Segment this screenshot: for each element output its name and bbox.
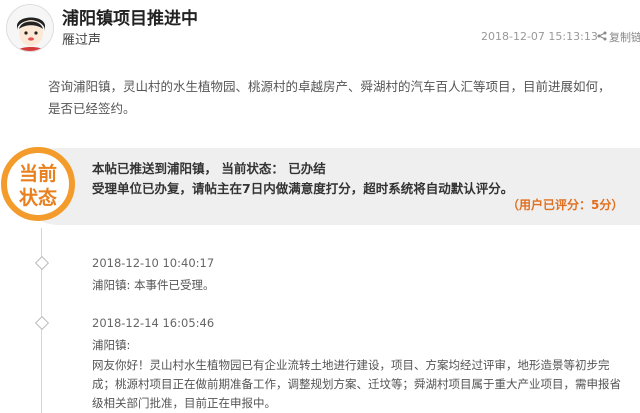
status-badge: 当前 状态 [0, 138, 76, 231]
copy-link-button[interactable]: 复制链 [597, 29, 640, 45]
timeline-date: 2018-12-14 16:05:46 [92, 316, 215, 330]
timeline-reply-body: 网友你好！灵山村水生植物园已有企业流转土地进行建设，项目、方案均经过评审，地形造… [92, 358, 621, 410]
user-rating: （用户已评分：5分） [507, 198, 624, 212]
post-header: 浦阳镇项目推进中 雁过声 2018-12-07 15:13:13 复制链 [0, 0, 640, 62]
question-text: 咨询浦阳镇，灵山村的水生植物园、桃源村的卓越房产、舜湖村的汽车百人汇等项目，目前… [48, 79, 611, 116]
timeline-marker [34, 315, 50, 331]
timeline-label: 浦阳镇: [92, 338, 131, 352]
status-badge-line1: 当前 [19, 162, 57, 185]
timeline-text: 浦阳镇: 本事件已受理。 [92, 278, 215, 292]
author-name[interactable]: 雁过声 [62, 29, 101, 48]
copy-link-label: 复制链 [609, 31, 640, 44]
status-summary: 本帖已推送到浦阳镇， 当前状态： 已办结 [92, 161, 326, 176]
timeline-date: 2018-12-10 10:40:17 [92, 256, 215, 270]
status-badge-line2: 状态 [19, 186, 57, 209]
status-instruction: 受理单位已办复，请帖主在7日内做满意度打分，超时系统将自动默认评分。 [92, 181, 514, 196]
post-timestamp: 2018-12-07 15:13:13 [481, 30, 598, 43]
avatar[interactable] [6, 4, 54, 52]
timeline-marker [34, 255, 50, 271]
post-title: 浦阳镇项目推进中 [62, 9, 198, 29]
share-icon [597, 31, 607, 44]
